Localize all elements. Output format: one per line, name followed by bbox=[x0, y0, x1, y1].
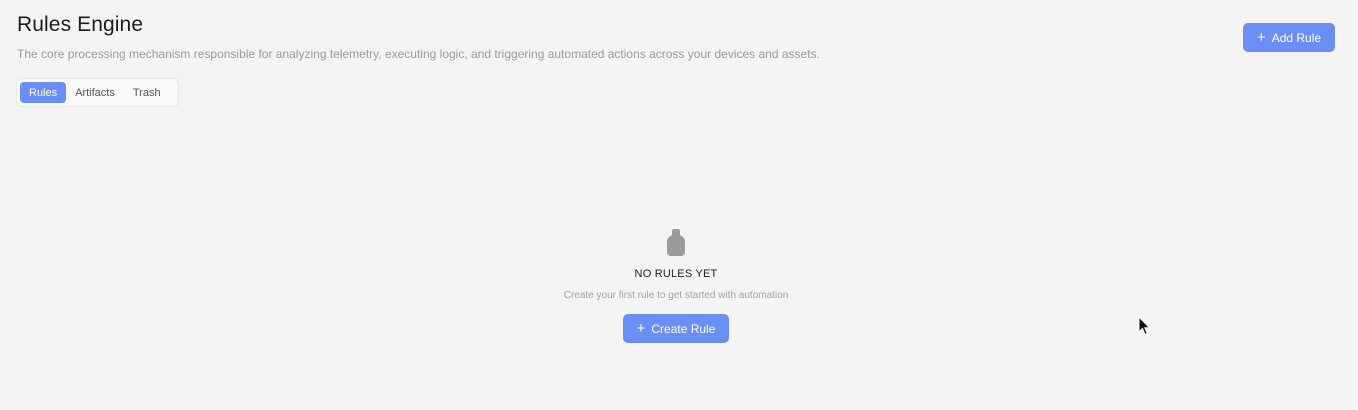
empty-state-description: Create your first rule to get started wi… bbox=[563, 290, 789, 301]
tab-bar: Rules Artifacts Trash bbox=[16, 78, 179, 107]
page-subtitle: The core processing mechanism responsibl… bbox=[17, 47, 820, 61]
create-rule-button-label: Create Rule bbox=[651, 321, 716, 336]
tab-trash[interactable]: Trash bbox=[124, 82, 170, 103]
page-header: Rules Engine The core processing mechani… bbox=[17, 12, 1117, 62]
add-rule-button[interactable]: + Add Rule bbox=[1243, 23, 1335, 52]
flask-icon bbox=[667, 229, 685, 257]
tab-rules[interactable]: Rules bbox=[20, 82, 67, 103]
plus-icon: + bbox=[1256, 28, 1266, 46]
mouse-cursor-icon bbox=[1138, 316, 1151, 336]
rules-engine-page: Rules Engine The core processing mechani… bbox=[0, 0, 1358, 410]
empty-state-title: NO RULES YET bbox=[634, 268, 718, 280]
page-title: Rules Engine bbox=[17, 13, 144, 36]
plus-icon: + bbox=[636, 319, 646, 337]
create-rule-button[interactable]: + Create Rule bbox=[623, 314, 729, 343]
add-rule-button-label: Add Rule bbox=[1271, 30, 1322, 45]
tab-artifacts[interactable]: Artifacts bbox=[66, 82, 124, 103]
